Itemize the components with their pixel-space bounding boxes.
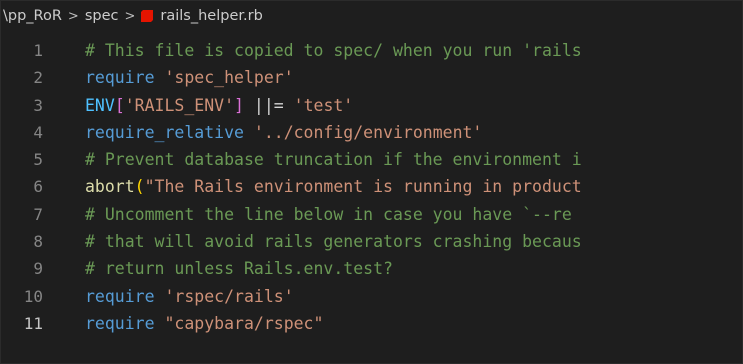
code-token: require_relative — [85, 122, 244, 142]
code-line[interactable]: 5 # Prevent database truncation if the en… — [1, 146, 742, 173]
breadcrumb: \pp_RoR > spec > rails_helper.rb — [1, 1, 743, 31]
line-number: 11 — [23, 313, 43, 333]
code-token: "capybara/rspec" — [164, 313, 324, 333]
code-line[interactable]: 8 # that will avoid rails generators cras… — [1, 228, 742, 255]
line-code: require "capybara/rspec" — [43, 310, 323, 337]
code-token: '../config/environment' — [253, 122, 483, 142]
code-editor[interactable]: 1 # This file is copied to spec/ when you… — [1, 37, 742, 337]
code-token: ] — [234, 95, 244, 115]
code-token: 'RAILS_ENV' — [124, 95, 235, 115]
code-line[interactable]: 1 # This file is copied to spec/ when you… — [1, 37, 742, 64]
line-code: # return unless Rails.env.test? — [43, 255, 393, 282]
line-number: 3 — [33, 95, 43, 115]
breadcrumb-folder[interactable]: \pp_RoR — [3, 8, 62, 24]
code-token: 'spec_helper' — [164, 68, 294, 88]
code-token: ( — [134, 177, 145, 197]
code-token: [ — [114, 95, 125, 115]
breadcrumb-file[interactable]: rails_helper.rb — [160, 8, 262, 24]
line-code: # This file is copied to spec/ when you … — [43, 37, 582, 64]
code-line[interactable]: 11 require "capybara/rspec" — [1, 310, 742, 337]
code-token: # return unless Rails.env.test? — [85, 259, 393, 279]
line-code: require_relative '../config/environment' — [43, 119, 482, 146]
line-number: 8 — [33, 232, 43, 252]
line-number: 7 — [33, 204, 43, 224]
line-code: abort("The Rails environment is running … — [43, 173, 582, 200]
line-number: 10 — [23, 286, 43, 306]
line-number: 6 — [33, 177, 43, 197]
line-code: # Prevent database truncation if the env… — [43, 146, 582, 173]
code-line[interactable]: 4 require_relative '../config/environment… — [1, 119, 742, 146]
line-number: 4 — [33, 122, 43, 142]
breadcrumb-subfolder[interactable]: spec — [85, 8, 119, 24]
code-line[interactable]: 10 require 'rspec/rails' — [1, 283, 742, 310]
code-token: require — [85, 68, 155, 88]
line-number: 1 — [33, 41, 43, 60]
code-token: ENV — [85, 95, 115, 115]
code-token: ||= — [243, 95, 294, 115]
line-code: require 'rspec/rails' — [43, 283, 294, 310]
line-number: 9 — [33, 259, 43, 279]
code-line[interactable]: 2 require 'spec_helper' — [1, 64, 742, 91]
breadcrumb-separator: > — [124, 8, 136, 24]
code-token: require — [85, 313, 155, 333]
code-line[interactable]: 7 # Uncomment the line below in case you … — [1, 201, 742, 228]
line-code: ENV['RAILS_ENV'] ||= 'test' — [43, 92, 353, 119]
breadcrumb-separator: > — [67, 8, 79, 24]
ruby-file-icon — [141, 10, 154, 22]
code-line[interactable]: 3 ENV['RAILS_ENV'] ||= 'test' — [1, 92, 742, 119]
code-line[interactable]: 6 abort("The Rails environment is running… — [1, 173, 742, 200]
line-number: 2 — [33, 68, 43, 88]
code-token: 'rspec/rails' — [164, 286, 294, 306]
line-code: require 'spec_helper' — [43, 64, 294, 91]
code-line[interactable]: 9 # return unless Rails.env.test? — [1, 255, 742, 282]
code-token: 'test' — [293, 95, 354, 115]
code-token: abort — [85, 177, 135, 197]
code-token: "The Rails environment is running in pro… — [144, 177, 582, 197]
code-token: # that will avoid rails generators crash… — [85, 232, 582, 252]
code-token: # This file is copied to spec/ when you … — [85, 41, 582, 60]
code-token: # Uncomment the line below in case you h… — [85, 204, 572, 224]
line-code: # Uncomment the line below in case you h… — [43, 201, 572, 228]
line-code: # that will avoid rails generators crash… — [43, 228, 582, 255]
line-number: 5 — [33, 150, 43, 170]
code-token: require — [85, 286, 155, 306]
code-token: # Prevent database truncation if the env… — [85, 150, 582, 170]
